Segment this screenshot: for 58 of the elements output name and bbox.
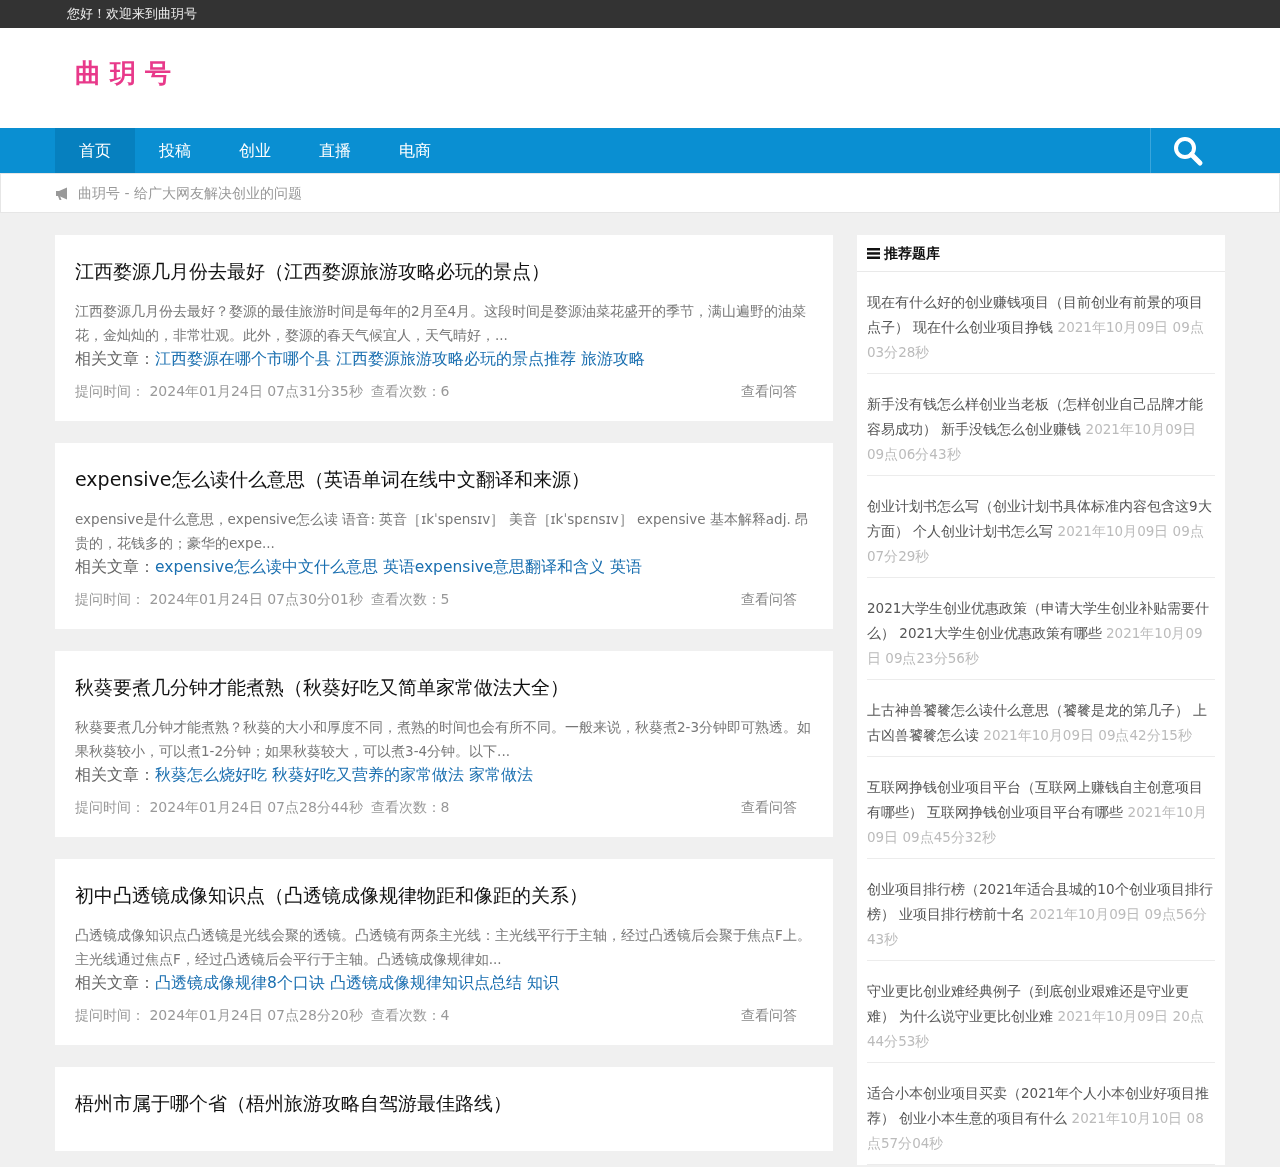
article-excerpt: expensive是什么意思，expensive怎么读 语音: 英音［ɪkˈspensɪv］ 美音［ɪkˈspɛnsɪv］ expensive 基本解释adj. 昂贵的，花钱多的；豪华的expe... <box>75 510 810 553</box>
view-answer-link[interactable]: 查看问答 <box>741 589 797 609</box>
related-label: 相关文章： <box>75 974 155 992</box>
sidebar-link[interactable]: 现在有什么好的创业赚钱项目（目前创业有前景的项目点子） 现在什么创业项目挣钱 2021年10月09日 09点03分28秒 <box>867 272 1215 374</box>
view-answer-link[interactable]: 查看问答 <box>741 1005 797 1025</box>
article-title[interactable]: 梧州市属于哪个省（梧州旅游攻略自驾游最佳路线） <box>75 1089 813 1117</box>
article-title[interactable]: 秋葵要煮几分钟才能煮熟（秋葵好吃又简单家常做法大全） <box>75 673 813 701</box>
sidebar-link[interactable]: 互联网挣钱创业项目平台（互联网上赚钱自主创意项目有哪些） 互联网挣钱创业项目平台有哪些 2021年10月09日 09点45分32秒 <box>867 757 1215 859</box>
nav-tab[interactable]: 投稿 <box>135 128 215 173</box>
sidebar-link[interactable]: 2021大学生创业优惠政策（申请大学生创业补贴需要什么） 2021大学生创业优惠政策有哪些 2021年10月09日 09点23分56秒 <box>867 578 1215 680</box>
sidebar-link[interactable]: 创业项目排行榜（2021年适合县城的10个创业项目排行榜） 业项目排行榜前十名 2021年10月09日 09点56分43秒 <box>867 859 1215 961</box>
related-link[interactable]: 秋葵好吃又营养的家常做法 <box>271 766 464 784</box>
sidebar-link[interactable]: 守业更比创业难经典例子（到底创业艰难还是守业更难） 为什么说守业更比创业难 2021年10月09日 20点44分53秒 <box>867 961 1215 1063</box>
nav-tab[interactable]: 首页 <box>55 128 135 173</box>
question-time: 提问时间： 2024年01月24日 07点31分35秒 <box>75 382 363 401</box>
related-link[interactable]: 江西婺源在哪个市哪个县 <box>155 350 331 368</box>
article-title[interactable]: 江西婺源几月份去最好（江西婺源旅游攻略必玩的景点） <box>75 257 813 285</box>
related-link[interactable]: 凸透镜成像规律知识点总结 <box>329 974 522 992</box>
related-link[interactable]: 秋葵怎么烧好吃 <box>155 766 267 784</box>
sidebar-title: 推荐题库 <box>884 243 940 263</box>
view-count: 查看次数：6 <box>370 382 450 401</box>
welcome-text: 您好！欢迎来到曲玥号 <box>67 6 197 21</box>
megaphone-icon <box>55 186 70 200</box>
article-excerpt: 凸透镜成像知识点凸透镜是光线会聚的透镜。凸透镜有两条主光线：主光线平行于主轴，经过凸透镜后会聚于焦点F上。主光线通过焦点F，经过凸透镜后会平行于主轴。凸透镜成像规律如... <box>75 926 812 969</box>
related-link[interactable]: 英语expensive意思翻译和含义 <box>382 558 606 576</box>
question-time: 提问时间： 2024年01月24日 07点28分44秒 <box>75 798 363 817</box>
article-title[interactable]: 初中凸透镜成像知识点（凸透镜成像规律物距和像距的关系） <box>75 881 813 909</box>
view-count: 查看次数：4 <box>370 1006 450 1025</box>
view-answer-link[interactable]: 查看问答 <box>741 381 797 401</box>
nav-tab[interactable]: 创业 <box>215 128 295 173</box>
related-label: 相关文章： <box>75 350 155 368</box>
related-link[interactable]: 江西婺源旅游攻略必玩的景点推荐 <box>335 350 576 368</box>
sidebar-link[interactable]: 创业计划书怎么写（创业计划书具体标准内容包含这9大方面） 个人创业计划书怎么写 2021年10月09日 09点07分29秒 <box>867 476 1215 578</box>
view-answer-link[interactable]: 查看问答 <box>741 797 797 817</box>
question-time: 提问时间： 2024年01月24日 07点28分20秒 <box>75 1006 363 1025</box>
article-excerpt: 秋葵要煮几分钟才能煮熟？秋葵的大小和厚度不同，煮熟的时间也会有所不同。一般来说，秋葵煮2-3分钟即可熟透。如果秋葵较小，可以煮1-2分钟；如果秋葵较大，可以煮3-4分钟。以下... <box>75 718 813 761</box>
related-link[interactable]: expensive怎么读中文什么意思 <box>155 558 378 576</box>
nav-tab[interactable]: 直播 <box>295 128 375 173</box>
related-link[interactable]: 旅游攻略 <box>580 350 645 368</box>
related-link[interactable]: 知识 <box>526 974 559 992</box>
question-time: 提问时间： 2024年01月24日 07点30分01秒 <box>75 590 363 609</box>
related-label: 相关文章： <box>75 558 155 576</box>
sidebar-link[interactable]: 上古神兽饕餮怎么读什么意思（饕餮是龙的第几子） 上古凶兽饕餮怎么读 2021年10月09日 09点42分15秒 <box>867 680 1215 757</box>
related-link[interactable]: 家常做法 <box>468 766 533 784</box>
related-label: 相关文章： <box>75 766 155 784</box>
site-slogan: 曲玥号 - 给广大网友解决创业的问题 <box>78 183 302 203</box>
related-link[interactable]: 英语 <box>610 558 643 576</box>
article-excerpt: 江西婺源几月份去最好？婺源的最佳旅游时间是每年的2月至4月。这段时间是婺源油菜花盛开的季节，满山遍野的油菜花，金灿灿的，非常壮观。此外，婺源的春天气候宜人，天气晴好，... <box>75 302 808 345</box>
related-link[interactable]: 凸透镜成像规律8个口诀 <box>155 974 325 992</box>
nav-tab[interactable]: 电商 <box>375 128 455 173</box>
view-count: 查看次数：8 <box>370 798 450 817</box>
view-count: 查看次数：5 <box>370 590 450 609</box>
menu-icon <box>867 247 880 259</box>
site-logo[interactable]: 曲 玥 号 <box>55 28 172 91</box>
sidebar-link[interactable]: 适合小本创业项目买卖（2021年个人小本创业好项目推荐） 创业小本生意的项目有什么 2021年10月10日 08点57分04秒 <box>867 1063 1215 1165</box>
article-title[interactable]: expensive怎么读什么意思（英语单词在线中文翻译和来源） <box>75 465 813 493</box>
search-icon <box>1172 134 1204 167</box>
sidebar-link[interactable]: 新手没有钱怎么样创业当老板（怎样创业自己品牌才能容易成功） 新手没钱怎么创业赚钱 2021年10月09日 09点06分43秒 <box>867 374 1215 476</box>
